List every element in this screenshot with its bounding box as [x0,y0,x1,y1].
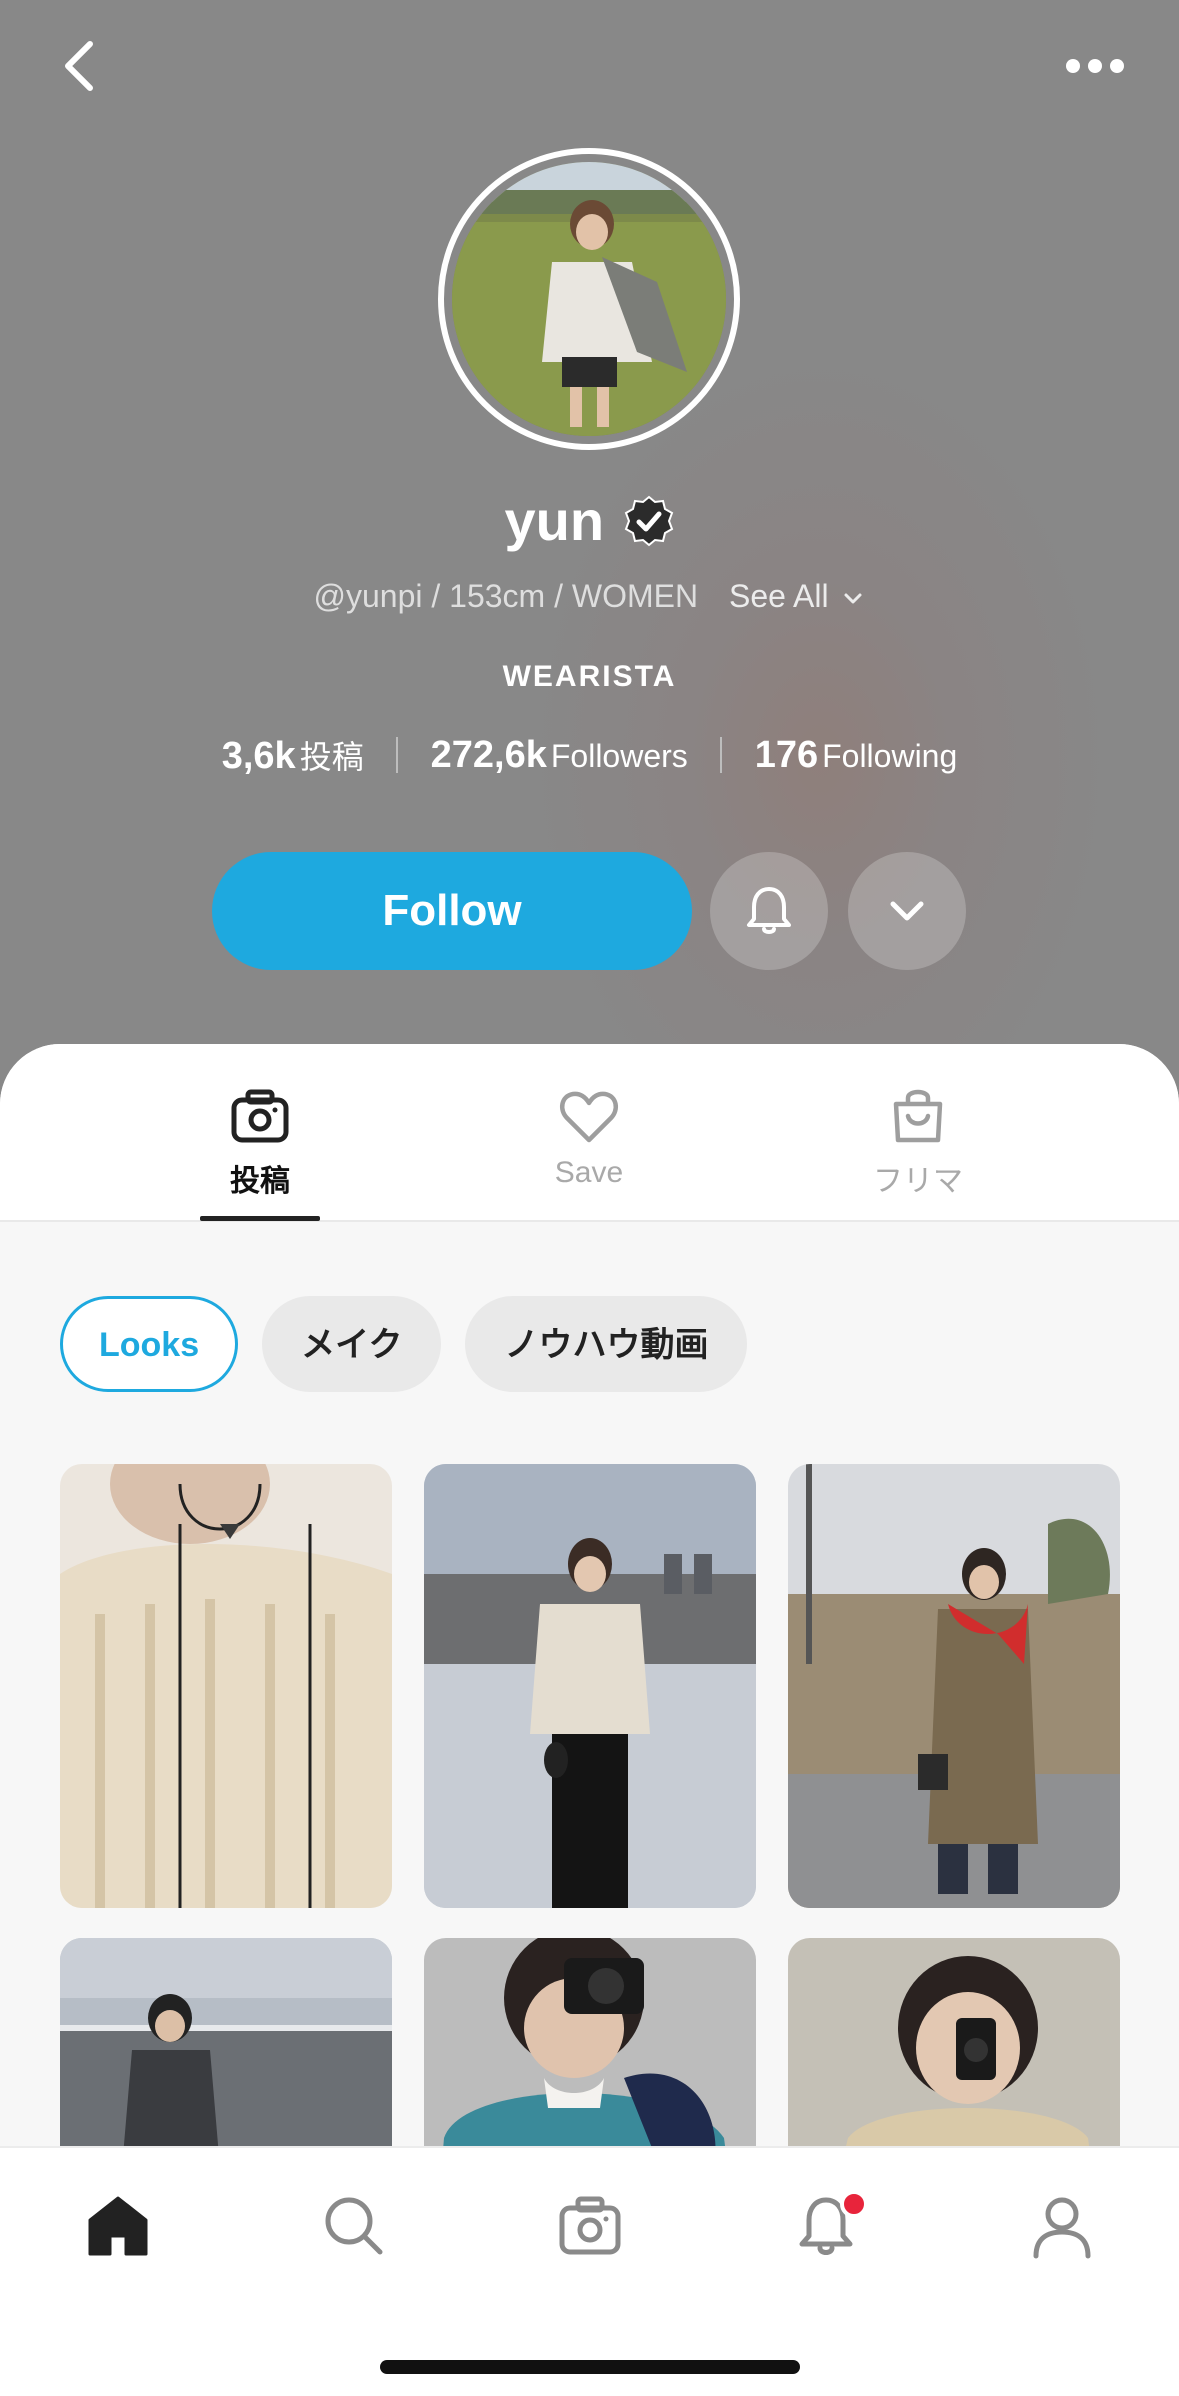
tab-flea-market[interactable]: フリマ [818,1084,1018,1200]
tab-flea-market-label: フリマ [873,1165,963,1198]
bell-icon [747,887,791,934]
nav-profile[interactable] [1026,2190,1098,2262]
more-options-button[interactable] [1060,40,1130,90]
following-count-value: 176 [754,733,819,776]
chip-howto-video[interactable]: ノウハウ動画 [465,1296,748,1392]
avatar[interactable] [438,148,740,450]
following-count[interactable]: 176 Following [755,734,958,777]
following-count-label: Following [822,737,958,774]
chip-makeup[interactable]: メイク [262,1296,442,1392]
profile-meta-text: @yunpi / 153cm / WOMEN [313,578,699,614]
profile-stats: 3,6k 投稿 272,6k Followers 176 Following [0,732,1179,778]
post-thumbnail[interactable] [424,1464,756,1908]
notify-button[interactable] [710,852,828,970]
followers-count[interactable]: 272,6k Followers [431,734,688,777]
tab-save[interactable]: Save [489,1084,689,1190]
more-actions-button[interactable] [848,852,966,970]
tab-posts[interactable]: 投稿 [160,1084,360,1200]
bottom-navigation [0,2146,1179,2396]
chevron-left-icon [65,41,93,91]
profile-meta: @yunpi / 153cm / WOMEN See All [0,578,1179,615]
profile-name: yun [504,489,605,552]
nav-search[interactable] [318,2190,390,2262]
chevron-down-icon [844,593,862,604]
search-icon [325,2197,383,2255]
see-all-label: See All [728,578,829,614]
heart-icon [559,1091,619,1143]
shopping-bag-icon [893,1089,943,1143]
chip-looks[interactable]: Looks [60,1296,239,1392]
active-tab-indicator [200,1216,320,1221]
nav-home[interactable] [82,2190,154,2262]
home-icon [88,2196,148,2256]
stat-divider [396,737,399,773]
posts-count[interactable]: 3,6k 投稿 [222,732,364,778]
profile-tabs: 投稿 Save フリマ [0,1044,1179,1222]
notification-badge [840,2190,868,2218]
posts-count-label: 投稿 [299,739,364,775]
stat-divider [720,737,723,773]
profile-name-row: yun [0,488,1179,553]
back-button[interactable] [52,36,112,96]
posts-count-value: 3,6k [221,735,296,777]
follow-button[interactable]: Follow [212,852,692,970]
tab-save-label: Save [554,1156,624,1189]
avatar-photo [452,162,726,436]
followers-count-label: Followers [550,737,688,774]
post-thumbnail[interactable] [788,1464,1120,1908]
profile-header: yun @yunpi / 153cm / WOMEN See All WEARI… [0,0,1179,1120]
followers-count-value: 272,6k [430,733,547,776]
verified-badge-icon [623,495,675,547]
tab-posts-label: 投稿 [230,1165,290,1198]
profile-icon [1033,2197,1091,2259]
profile-role: WEARISTA [502,660,677,693]
home-indicator [380,2360,800,2374]
see-all-link[interactable]: See All [729,578,866,614]
chevron-down-icon [890,901,924,921]
camera-icon [231,1089,289,1143]
more-dots-icon [1066,59,1124,73]
nav-post[interactable] [554,2190,626,2262]
category-chips: Looks メイク ノウハウ動画 [60,1296,771,1392]
camera-icon [559,2196,621,2255]
post-thumbnail[interactable] [60,1464,392,1908]
